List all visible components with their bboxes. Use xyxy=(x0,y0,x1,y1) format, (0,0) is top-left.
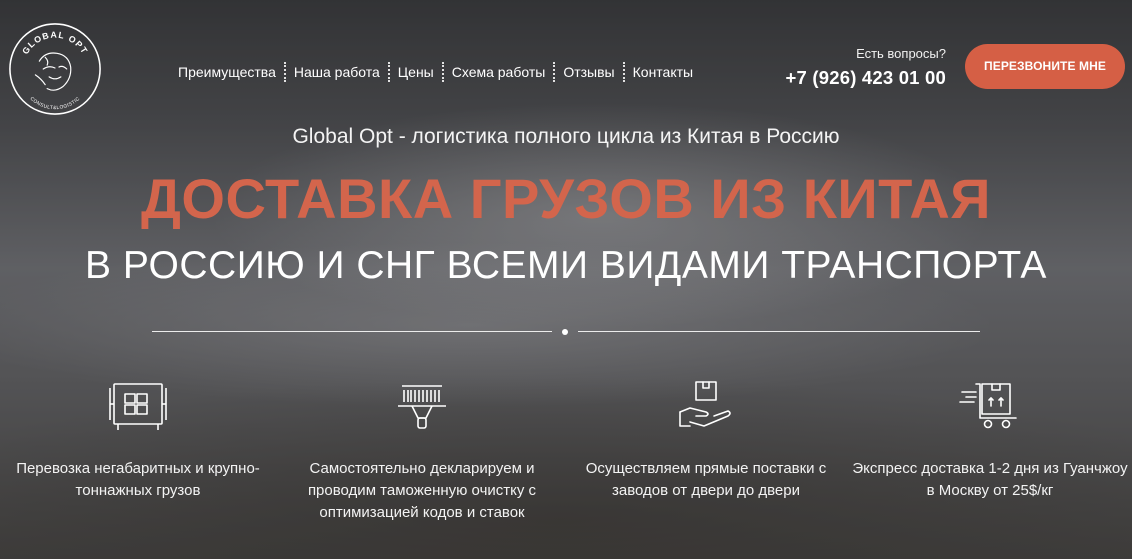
container-icon xyxy=(109,383,167,430)
feature-item: Экспресс доставка 1-2 дня из Гуанчжоу в … xyxy=(852,378,1128,502)
nav-item-prices[interactable]: Цены xyxy=(390,64,442,80)
svg-text:GLOBAL OPT: GLOBAL OPT xyxy=(20,30,90,56)
logo[interactable]: GLOBAL OPT CONSULT&LOGISTIC xyxy=(6,20,104,118)
callback-button[interactable]: ПЕРЕЗВОНИТЕ МНЕ xyxy=(965,44,1125,89)
nav-item-advantages[interactable]: Преимущества xyxy=(170,64,284,80)
hero-divider xyxy=(152,326,980,338)
hero-subtitle: Global Opt - логистика полного цикла из … xyxy=(292,125,840,148)
feature-item: Самостоятельно декларируем и проводим та… xyxy=(284,378,560,524)
logo-bottom-text: CONSULT&LOGISTIC xyxy=(29,96,81,111)
nav-item-workflow[interactable]: Схема работы xyxy=(444,64,554,80)
contact-block: Есть вопросы? +7 (926) 423 01 00 xyxy=(786,46,946,89)
logo-top-text: GLOBAL OPT xyxy=(20,30,89,56)
feature-text: Осуществляем прямые поставки с заводов о… xyxy=(585,460,827,499)
site-header: GLOBAL OPT CONSULT&LOGISTIC Преимущества… xyxy=(0,0,1132,120)
nav-item-reviews[interactable]: Отзывы xyxy=(555,64,622,80)
hand-box-icon xyxy=(679,381,731,427)
express-cart-icon xyxy=(959,383,1017,429)
barcode-scanner-icon xyxy=(398,385,446,429)
divider-dot xyxy=(562,329,568,335)
tiger-head-icon xyxy=(34,52,72,91)
svg-text:CONSULT&LOGISTIC: CONSULT&LOGISTIC xyxy=(29,96,82,111)
feature-item: Осуществляем прямые поставки с заводов о… xyxy=(568,378,844,502)
divider-line-right xyxy=(578,331,980,332)
phone-number[interactable]: +7 (926) 423 01 00 xyxy=(786,67,946,89)
nav-item-our-work[interactable]: Наша работа xyxy=(286,64,388,80)
feature-item: Перевозка негабаритных и крупно-тоннажны… xyxy=(0,378,276,502)
main-nav: Преимущества Наша работа Цены Схема рабо… xyxy=(170,62,701,82)
divider-line-left xyxy=(152,331,552,332)
nav-item-contacts[interactable]: Контакты xyxy=(625,64,701,80)
hero-title-secondary: В РОССИЮ И СНГ ВСЕМИ ВИДАМИ ТРАНСПОРТА xyxy=(85,244,1047,287)
feature-text: Экспресс доставка 1-2 дня из Гуанчжоу в … xyxy=(852,460,1128,499)
feature-text: Перевозка негабаритных и крупно-тоннажны… xyxy=(16,460,260,499)
feature-text: Самостоятельно декларируем и проводим та… xyxy=(307,460,537,521)
hero-title: ДОСТАВКА ГРУЗОВ ИЗ КИТАЯ xyxy=(140,167,992,230)
contact-question: Есть вопросы? xyxy=(856,46,946,61)
